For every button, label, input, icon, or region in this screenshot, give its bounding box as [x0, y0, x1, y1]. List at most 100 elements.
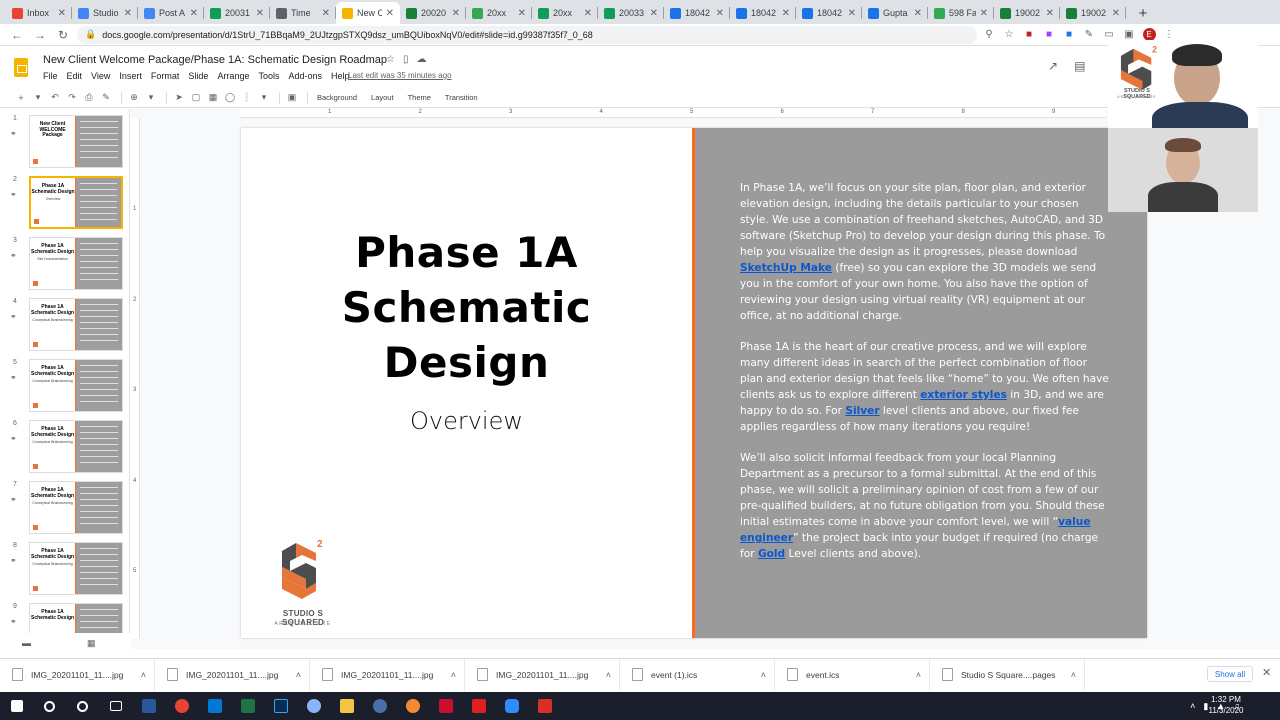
slide-thumbnail[interactable]: Phase 1A Schematic Design Conceptual Brai… [29, 420, 123, 473]
slide-thumbnail[interactable]: Phase 1A Schematic Design Overview [29, 176, 123, 229]
forward-icon[interactable]: → [31, 26, 49, 44]
filmstrip-slide[interactable]: 9 ⚭ Phase 1A Schematic Design [8, 603, 123, 633]
chrome-app-icon[interactable] [165, 692, 198, 720]
zoom-icon[interactable]: ⚲ [981, 27, 997, 43]
tab-close-icon[interactable]: ✕ [716, 8, 724, 19]
menu-item[interactable]: Tools [258, 71, 279, 81]
print-icon[interactable]: ⎙ [82, 90, 96, 106]
excel-app-icon[interactable] [231, 692, 264, 720]
extension-icon[interactable]: ■ [1041, 27, 1057, 43]
text-box-icon[interactable]: ▢ [189, 90, 203, 106]
new-tab-button[interactable]: + [1132, 2, 1154, 24]
word-app-icon[interactable] [132, 692, 165, 720]
menu-item[interactable]: Edit [67, 71, 83, 81]
chevron-up-icon[interactable]: ˄ [296, 670, 301, 680]
slide-thumbnail[interactable]: Phase 1A Schematic Design Conceptual Brai… [29, 298, 123, 351]
pdf-app-icon[interactable] [528, 692, 561, 720]
browser-tab[interactable]: 20020 ✕ [400, 2, 466, 24]
current-slide[interactable]: Phase 1A Schematic Design Overview 2 STU… [241, 128, 1147, 638]
slide-thumbnail[interactable]: New Client WELCOME Package [29, 115, 123, 168]
chevron-up-icon[interactable]: ˄ [761, 670, 766, 680]
browser-tab[interactable]: Gupta ✕ [862, 2, 928, 24]
extension-icon[interactable]: ■ [1061, 27, 1077, 43]
menu-item[interactable]: Slide [188, 71, 208, 81]
slide-thumbnail[interactable]: Phase 1A Schematic Design [29, 603, 123, 633]
extensions-puzzle-icon[interactable]: ✎ [1081, 27, 1097, 43]
tab-close-icon[interactable]: ✕ [452, 8, 460, 19]
menu-item[interactable]: Add-ons [288, 71, 322, 81]
sketchup-make-link[interactable]: SketchUp Make [740, 262, 832, 274]
tab-close-icon[interactable]: ✕ [190, 8, 198, 19]
file-explorer-icon[interactable] [330, 692, 363, 720]
browser-tab[interactable]: Studio ✕ [72, 2, 138, 24]
browser-tab[interactable]: 20xx ✕ [466, 2, 532, 24]
photoshop-app-icon[interactable] [264, 692, 297, 720]
line-icon[interactable]: ❕ [240, 90, 254, 106]
new-slide-icon[interactable]: + [14, 90, 28, 106]
browser-tab[interactable]: 20031 ✕ [204, 2, 270, 24]
download-item[interactable]: event (1).ics ˄ [620, 658, 775, 691]
download-item[interactable]: IMG_20201101_11....jpg ˄ [465, 658, 620, 691]
app-icon[interactable] [363, 692, 396, 720]
image-icon[interactable]: ▦ [206, 90, 220, 106]
tab-close-icon[interactable]: ✕ [980, 8, 988, 19]
browser-tab[interactable]: 19002 ✕ [994, 2, 1060, 24]
browser-tab[interactable]: 19002 ✕ [1060, 2, 1126, 24]
last-edit-link[interactable]: Last edit was 35 minutes ago [348, 71, 452, 80]
download-item[interactable]: event.ics ˄ [775, 658, 930, 691]
menu-item[interactable]: Format [151, 71, 180, 81]
activity-trend-icon[interactable]: ↗ [1048, 59, 1058, 73]
acrobat-app-icon[interactable] [462, 692, 495, 720]
tab-close-icon[interactable]: ✕ [256, 8, 264, 19]
menu-item[interactable]: Help [331, 71, 350, 81]
transition-button[interactable]: Transition [441, 93, 482, 102]
chevron-up-icon[interactable]: ˄ [606, 670, 611, 680]
studio-s-squared-logo[interactable]: 2 STUDIO S SQUARED ARCHITECTURE [265, 533, 345, 633]
paint-format-icon[interactable]: ✎ [99, 90, 113, 106]
tab-close-icon[interactable]: ✕ [386, 8, 394, 19]
download-item[interactable]: IMG_20201101_11....jpg ˄ [0, 658, 155, 691]
dropdown-arrow-icon[interactable]: ▾ [144, 90, 158, 106]
start-windows-icon[interactable] [0, 692, 33, 720]
filmstrip-slide[interactable]: 7 ⚭ Phase 1A Schematic Design Conceptual Br… [8, 481, 123, 537]
url-field[interactable]: 🔒 docs.google.com/presentation/d/1StrU_7… [77, 25, 977, 44]
slide-title[interactable]: Phase 1A Schematic Design [241, 225, 692, 390]
snip-app-icon[interactable] [297, 692, 330, 720]
filmstrip-slide[interactable]: 2 ⚭ Phase 1A Schematic Design Overview [8, 176, 123, 232]
dropdown-arrow-icon[interactable]: ▾ [257, 90, 271, 106]
tab-close-icon[interactable]: ✕ [584, 8, 592, 19]
tab-close-icon[interactable]: ✕ [518, 8, 526, 19]
shape-icon[interactable]: ◯ [223, 90, 237, 106]
slide-thumbnail[interactable]: Phase 1A Schematic Design Site Documentat… [29, 237, 123, 290]
select-cursor-icon[interactable]: ➤ [172, 90, 186, 106]
chevron-up-icon[interactable]: ˄ [1071, 670, 1076, 680]
browser-tab[interactable]: Time ✕ [270, 2, 336, 24]
browser-tab[interactable]: 598 Fa ✕ [928, 2, 994, 24]
grid-view-icon[interactable]: ▦ [87, 638, 96, 649]
cortana-icon[interactable] [66, 692, 99, 720]
menu-item[interactable]: View [91, 71, 110, 81]
comments-icon[interactable]: ▤ [1074, 59, 1085, 73]
document-title[interactable]: New Client Welcome Package/Phase 1A: Sch… [43, 54, 387, 66]
filmstrip-slide[interactable]: 6 ⚭ Phase 1A Schematic Design Conceptual Br… [8, 420, 123, 476]
autocad-app-icon[interactable] [429, 692, 462, 720]
browser-tab[interactable]: 20033 ✕ [598, 2, 664, 24]
gold-link[interactable]: Gold [758, 548, 785, 560]
slide-subtitle[interactable]: Overview [241, 407, 692, 435]
tab-close-icon[interactable]: ✕ [848, 8, 856, 19]
browser-tab[interactable]: 20xx ✕ [532, 2, 598, 24]
cloud-saved-icon[interactable]: ☁ [416, 54, 426, 65]
zoom-icon[interactable]: ⊕ [127, 90, 141, 106]
extension-icon[interactable]: ■ [1021, 27, 1037, 43]
move-folder-icon[interactable]: ▯ [403, 54, 409, 65]
filmstrip-slide[interactable]: 8 ⚭ Phase 1A Schematic Design Conceptual Br… [8, 542, 123, 598]
browser-tab[interactable]: 18042 ✕ [730, 2, 796, 24]
show-all-downloads-button[interactable]: Show all [1207, 666, 1253, 682]
tab-close-icon[interactable]: ✕ [1112, 8, 1120, 19]
slide-thumbnail[interactable]: Phase 1A Schematic Design Conceptual Brai… [29, 481, 123, 534]
filmstrip-slide[interactable]: 5 ⚭ Phase 1A Schematic Design Conceptual Br… [8, 359, 123, 415]
undo-icon[interactable]: ↶ [48, 90, 62, 106]
tab-close-icon[interactable]: ✕ [58, 8, 66, 19]
browser-tab[interactable]: Inbox ✕ [6, 2, 72, 24]
dropdown-arrow-icon[interactable]: ▾ [31, 90, 45, 106]
